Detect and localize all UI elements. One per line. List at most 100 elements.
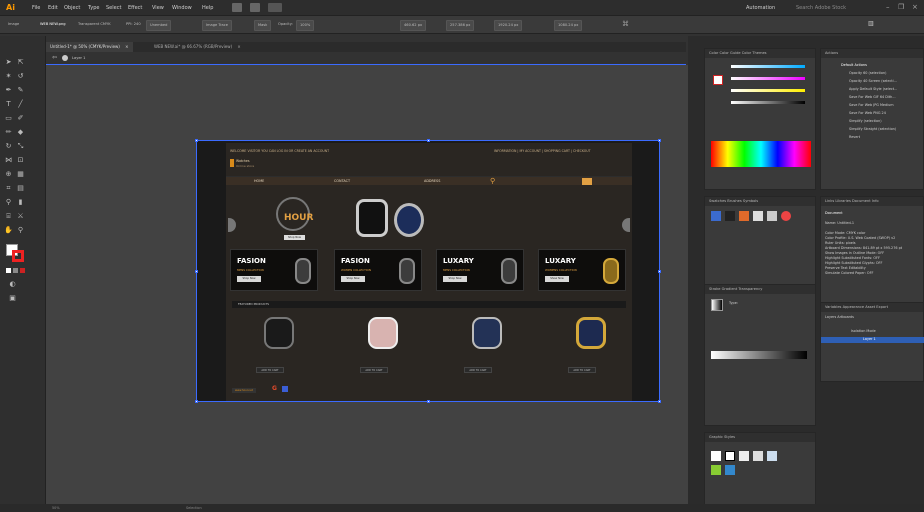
style-swatch[interactable]	[753, 451, 763, 461]
action-item[interactable]: Save For Web GIF 64 Dith...	[849, 95, 896, 100]
gradient-thumbnail[interactable]	[711, 299, 723, 311]
linked-file-name[interactable]: WEB NEW.png	[40, 20, 66, 29]
restore-icon[interactable]: ❐	[898, 3, 904, 11]
eraser-icon[interactable]: ◆	[16, 128, 25, 137]
unembed-button[interactable]: Unembed	[146, 20, 172, 31]
curvature-tool-icon[interactable]: ✎	[16, 86, 25, 95]
draw-mode-icon[interactable]: ◐	[8, 280, 17, 289]
isolation-layer-name[interactable]: Layer 1	[72, 54, 85, 62]
cyan-slider[interactable]	[731, 65, 805, 68]
perspective-grid-icon[interactable]: ▦	[16, 170, 25, 179]
action-item[interactable]: Opacity 40 Screen (selecti...	[849, 79, 897, 84]
resize-handle[interactable]	[658, 270, 661, 273]
symbol-swatch[interactable]	[753, 211, 763, 221]
mask-button[interactable]: Mask	[254, 20, 272, 31]
style-swatch[interactable]	[725, 451, 735, 461]
lasso-icon[interactable]: ↺	[16, 72, 25, 81]
menu-type[interactable]: Type	[88, 3, 99, 13]
action-item[interactable]: Simplify Straight (selection)	[849, 127, 896, 132]
gradient-tool-icon[interactable]: ▤	[16, 184, 25, 193]
gradient-slider[interactable]	[711, 351, 807, 359]
rotate-tool-icon[interactable]: ↻	[4, 142, 13, 151]
shaper-tool-icon[interactable]: ✏	[4, 128, 13, 137]
resize-handle[interactable]	[658, 139, 661, 142]
black-slider[interactable]	[731, 101, 805, 104]
symbol-swatch[interactable]	[725, 211, 735, 221]
symbol-swatch[interactable]	[739, 211, 749, 221]
style-swatch[interactable]	[739, 451, 749, 461]
symbol-swatch[interactable]	[767, 211, 777, 221]
document-info-tabs[interactable]: Links Libraries Document Info	[821, 197, 923, 206]
mesh-tool-icon[interactable]: ⌗	[4, 184, 13, 193]
action-item[interactable]: Revert	[849, 135, 860, 140]
type-tool-icon[interactable]: T	[4, 100, 13, 109]
bridge-icon[interactable]	[232, 3, 242, 12]
color-mode-button[interactable]	[6, 268, 11, 273]
workspace-switcher[interactable]: Automation	[746, 3, 775, 13]
action-item[interactable]: Save For Web JPG Medium	[849, 103, 894, 108]
menu-help[interactable]: Help	[202, 3, 213, 13]
graph-tool-icon[interactable]: ▮	[16, 198, 25, 207]
hand-tool-icon[interactable]: ✋	[4, 226, 13, 235]
pen-tool-icon[interactable]: ✒	[4, 86, 13, 95]
style-swatch[interactable]	[767, 451, 777, 461]
y-field[interactable]: 257.386 px	[446, 20, 475, 31]
selection-bounding-box[interactable]	[196, 140, 660, 402]
zoom-tool-icon[interactable]: ⚲	[16, 226, 25, 235]
layers-panel-tabs[interactable]: Variables Appearance Asset Export	[821, 303, 923, 312]
width-field[interactable]: 1920.24 px	[494, 20, 523, 31]
symbols-panel-tabs[interactable]: Swatches Brushes Symbols	[705, 197, 815, 206]
none-mode-button[interactable]	[20, 268, 25, 273]
menu-window[interactable]: Window	[172, 3, 192, 13]
zoom-level[interactable]: 50%	[52, 504, 60, 512]
direct-selection-tool-icon[interactable]: ⇱	[16, 58, 25, 67]
screen-mode-icon[interactable]: ▣	[8, 294, 17, 303]
height-field[interactable]: 1080.24 px	[554, 20, 583, 31]
action-item[interactable]: Save For Web PNG 24	[849, 111, 886, 116]
resize-handle[interactable]	[427, 139, 430, 142]
tab-untitled-1[interactable]: Untitled-1* @ 50% (CMYK/Preview) ×	[46, 42, 133, 52]
image-trace-button[interactable]: Image Trace	[202, 20, 232, 31]
layers-subtabs[interactable]: Layers Artboards	[825, 315, 854, 320]
symbol-swatch[interactable]	[781, 211, 791, 221]
tab-web-new[interactable]: WEB NEW.ai* @ 66.67% (RGB/Preview) ×	[150, 42, 245, 52]
slice-tool-icon[interactable]: ⚔	[16, 212, 25, 221]
scale-tool-icon[interactable]: ⤡	[16, 142, 25, 151]
resize-handle[interactable]	[427, 400, 430, 403]
layer-row[interactable]: Isolation Mode	[851, 329, 876, 334]
close-icon[interactable]: ×	[912, 3, 918, 11]
width-tool-icon[interactable]: ⋈	[4, 156, 13, 165]
layer-name[interactable]: Layer 1	[863, 337, 876, 342]
minimize-icon[interactable]: –	[886, 3, 890, 11]
paintbrush-icon[interactable]: ✐	[16, 114, 25, 123]
action-item[interactable]: Opacity 60 (selection)	[849, 71, 886, 76]
action-item[interactable]: Simplify (selection)	[849, 119, 882, 124]
magic-wand-icon[interactable]: ✶	[4, 72, 13, 81]
back-arrow-icon[interactable]: ⇦	[52, 54, 57, 61]
transform-icon[interactable]: ⌘	[622, 20, 629, 28]
color-panel-tabs[interactable]: Color Color Guide Color Themes	[705, 49, 815, 58]
resize-handle[interactable]	[195, 139, 198, 142]
x-field[interactable]: 460.62 px	[400, 20, 427, 31]
menu-file[interactable]: File	[32, 3, 40, 13]
layer-row-selected[interactable]: Layer 1	[821, 337, 924, 343]
gradient-mode-button[interactable]	[13, 268, 18, 273]
action-item[interactable]: Apply Default Style (select...	[849, 87, 897, 92]
style-swatch[interactable]	[711, 451, 721, 461]
style-swatch[interactable]	[725, 465, 735, 475]
rectangle-tool-icon[interactable]: ▭	[4, 114, 13, 123]
panel-menu-icon[interactable]: ▥	[868, 20, 874, 27]
artboard-tool-icon[interactable]: ⌸	[4, 212, 13, 221]
free-transform-icon[interactable]: ⊡	[16, 156, 25, 165]
action-set[interactable]: Default Actions	[841, 63, 867, 68]
tab-close-icon[interactable]: ×	[125, 44, 128, 49]
resize-handle[interactable]	[658, 400, 661, 403]
selection-tool-icon[interactable]: ➤	[4, 58, 13, 67]
opacity-field[interactable]: 100%	[296, 20, 315, 31]
menu-object[interactable]: Object	[64, 3, 80, 13]
resize-handle[interactable]	[195, 400, 198, 403]
menu-view[interactable]: View	[152, 3, 164, 13]
symbol-swatch[interactable]	[711, 211, 721, 221]
menu-edit[interactable]: Edit	[48, 3, 58, 13]
search-adobe-stock[interactable]: Search Adobe Stock	[796, 3, 846, 13]
